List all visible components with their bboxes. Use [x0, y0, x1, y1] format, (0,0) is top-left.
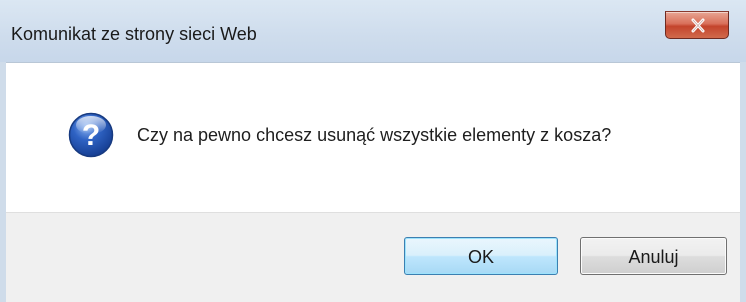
- dialog-message: Czy na pewno chcesz usunąć wszystkie ele…: [137, 125, 612, 145]
- cancel-button[interactable]: Anuluj: [580, 237, 727, 275]
- close-icon: [691, 18, 705, 33]
- message-area: ? Czy na pewno chcesz usunąć wszystkie e…: [6, 62, 740, 213]
- title-bar[interactable]: Komunikat ze strony sieci Web: [0, 0, 746, 62]
- window-title: Komunikat ze strony sieci Web: [11, 24, 257, 44]
- message-dialog: Komunikat ze strony sieci Web ? Czy na p…: [0, 0, 746, 302]
- ok-button[interactable]: OK: [404, 237, 558, 275]
- svg-text:?: ?: [82, 119, 100, 152]
- button-bar: OK Anuluj: [6, 212, 740, 302]
- question-icon: ?: [68, 112, 114, 158]
- close-button[interactable]: [665, 11, 729, 39]
